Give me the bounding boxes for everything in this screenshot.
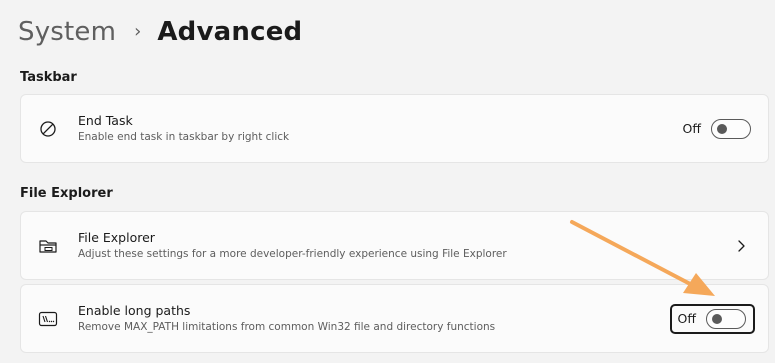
setting-text: Enable long paths Remove MAX_PATH limita…: [78, 302, 670, 335]
end-task-toggle[interactable]: [711, 118, 751, 139]
setting-description: Enable end task in taskbar by right clic…: [78, 131, 290, 143]
end-task-toggle-control: Off: [682, 118, 751, 139]
setting-card-end-task: End Task Enable end task in taskbar by r…: [20, 94, 769, 163]
setting-title: End Task: [78, 113, 133, 128]
page-title: Advanced: [157, 17, 303, 47]
setting-description: Adjust these settings for a more develop…: [78, 248, 507, 260]
long-paths-toggle-control: Off: [669, 303, 755, 334]
breadcrumb-separator: ›: [134, 20, 142, 42]
setting-text: End Task Enable end task in taskbar by r…: [78, 112, 683, 145]
setting-text: File Explorer Adjust these settings for …: [78, 229, 736, 262]
section-header-taskbar: Taskbar: [20, 70, 77, 85]
toggle-state-label: Off: [682, 121, 701, 136]
setting-title: File Explorer: [78, 230, 155, 245]
setting-card-file-explorer[interactable]: File Explorer Adjust these settings for …: [20, 211, 769, 280]
breadcrumb-parent-system[interactable]: System: [18, 17, 116, 47]
breadcrumb: System › Advanced: [18, 13, 302, 51]
toggle-knob: [717, 123, 727, 134]
toggle-knob: [712, 313, 722, 324]
section-header-file-explorer: File Explorer: [20, 186, 113, 201]
block-icon: [38, 119, 58, 139]
chevron-right-icon: [736, 239, 746, 253]
folder-icon: [38, 236, 58, 256]
focus-ring: Off: [669, 303, 755, 334]
setting-title: Enable long paths: [78, 303, 191, 318]
settings-page: System › Advanced Taskbar End Task Enabl…: [0, 0, 775, 363]
terminal-path-icon: [38, 309, 58, 329]
setting-description: Remove MAX_PATH limitations from common …: [78, 321, 496, 333]
setting-card-enable-long-paths: Enable long paths Remove MAX_PATH limita…: [20, 284, 769, 353]
enable-long-paths-toggle[interactable]: [706, 308, 746, 329]
toggle-state-label: Off: [677, 311, 696, 326]
